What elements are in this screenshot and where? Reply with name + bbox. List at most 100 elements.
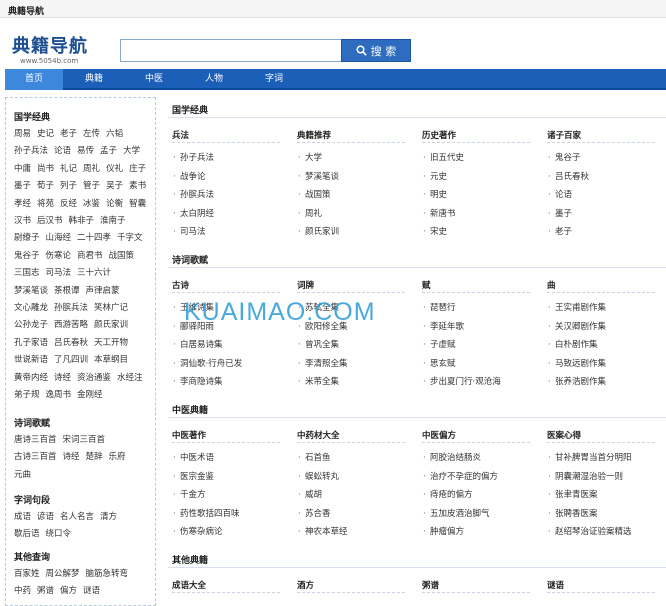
sidebar-link[interactable]: 天工开物 — [94, 335, 128, 352]
sidebar-link[interactable]: 元曲 — [14, 467, 31, 484]
sidebar-link[interactable]: 脑筋急转弯 — [86, 566, 129, 583]
sidebar-link[interactable]: 战国策 — [109, 248, 135, 265]
sidebar-link[interactable]: 智囊 — [129, 196, 146, 213]
category-link[interactable]: 颜氏家训 — [297, 223, 412, 242]
category-link[interactable]: 战国策 — [297, 186, 412, 205]
sidebar-link[interactable]: 中庸 — [14, 161, 31, 178]
category-heading[interactable]: 粥谱 — [422, 579, 530, 593]
sidebar-link[interactable]: 后汉书 — [37, 213, 63, 230]
sidebar-link[interactable]: 伤寒论 — [46, 248, 72, 265]
category-link[interactable]: 药性歌括四百味 — [172, 505, 287, 524]
category-heading[interactable]: 词牌 — [297, 279, 405, 293]
nav-item-2[interactable]: 中医 — [125, 69, 183, 90]
sidebar-link[interactable]: 六韬 — [106, 126, 123, 143]
site-logo[interactable]: 典籍导航 www.5054b.com — [12, 37, 102, 67]
sidebar-link[interactable]: 偏方 — [60, 583, 77, 600]
sidebar-link[interactable]: 三十六计 — [77, 265, 111, 282]
sidebar-link[interactable]: 千字文 — [117, 230, 143, 247]
category-link[interactable]: 肿瘤偏方 — [422, 523, 537, 542]
category-link[interactable]: 苏合香 — [297, 505, 412, 524]
sidebar-link[interactable]: 三国志 — [14, 265, 40, 282]
nav-item-4[interactable]: 字词 — [245, 69, 303, 90]
category-link[interactable]: 司马法 — [172, 223, 287, 242]
sidebar-link[interactable]: 司马法 — [46, 265, 72, 282]
category-heading[interactable]: 谜语 — [547, 579, 655, 593]
nav-item-0[interactable]: 首页 — [5, 69, 63, 90]
sidebar-link[interactable]: 水经注 — [117, 370, 143, 387]
sidebar-link[interactable]: 逸周书 — [46, 387, 72, 404]
category-link[interactable]: 大学 — [297, 149, 412, 168]
category-heading[interactable]: 医案心得 — [547, 429, 655, 443]
category-link[interactable]: 太白阴经 — [172, 205, 287, 224]
category-heading[interactable]: 中药材大全 — [297, 429, 405, 443]
sidebar-link[interactable]: 易传 — [77, 143, 94, 160]
category-link[interactable]: 曾巩全集 — [297, 336, 412, 355]
sidebar-link[interactable]: 墨子 — [14, 178, 31, 195]
category-heading[interactable]: 典籍推荐 — [297, 129, 405, 143]
sidebar-link[interactable]: 尉缭子 — [14, 230, 40, 247]
sidebar-link[interactable]: 二十四孝 — [77, 230, 111, 247]
category-link[interactable]: 甘补脾胃当首分明阳 — [547, 449, 662, 468]
sidebar-link[interactable]: 素书 — [129, 178, 146, 195]
sidebar-link[interactable]: 列子 — [60, 178, 77, 195]
category-link[interactable]: 白居易诗集 — [172, 336, 287, 355]
sidebar-link[interactable]: 论语 — [54, 143, 71, 160]
category-link[interactable]: 琵琶行 — [422, 299, 537, 318]
sidebar-link[interactable]: 资治通鉴 — [77, 370, 111, 387]
category-link[interactable]: 威胡 — [297, 486, 412, 505]
category-link[interactable]: 中医术语 — [172, 449, 287, 468]
sidebar-link[interactable]: 楚辞 — [86, 449, 103, 466]
sidebar-link[interactable]: 商君书 — [77, 248, 103, 265]
category-heading[interactable]: 成语大全 — [172, 579, 280, 593]
category-link[interactable]: 旧五代史 — [422, 149, 537, 168]
sidebar-link[interactable]: 歇后语 — [14, 526, 40, 543]
sidebar-link[interactable]: 鬼谷子 — [14, 248, 40, 265]
sidebar-link[interactable]: 颜氏家训 — [94, 317, 128, 334]
sidebar-link[interactable]: 将苑 — [37, 196, 54, 213]
category-link[interactable]: 墨子 — [547, 205, 662, 224]
category-link[interactable]: 张聘香医案 — [547, 505, 662, 524]
sidebar-link[interactable]: 声律启蒙 — [86, 283, 120, 300]
sidebar-link[interactable]: 弟子规 — [14, 387, 40, 404]
sidebar-link[interactable]: 世说新语 — [14, 352, 48, 369]
category-link[interactable]: 孙膑兵法 — [172, 186, 287, 205]
category-heading[interactable]: 古诗 — [172, 279, 280, 293]
category-heading[interactable]: 兵法 — [172, 129, 280, 143]
category-link[interactable]: 吕氏春秋 — [547, 168, 662, 187]
nav-item-3[interactable]: 人物 — [185, 69, 243, 90]
sidebar-link[interactable]: 孝经 — [14, 196, 31, 213]
sidebar-link[interactable]: 左传 — [83, 126, 100, 143]
sidebar-link[interactable]: 周公解梦 — [46, 566, 80, 583]
category-link[interactable]: 宋史 — [422, 223, 537, 242]
sidebar-link[interactable]: 公孙龙子 — [14, 317, 48, 334]
category-link[interactable]: 张聿青医案 — [547, 486, 662, 505]
sidebar-link[interactable]: 论衡 — [106, 196, 123, 213]
sidebar-link[interactable]: 冰鉴 — [83, 196, 100, 213]
category-heading[interactable]: 诸子百家 — [547, 129, 655, 143]
category-link[interactable]: 马致远剧作集 — [547, 355, 662, 374]
category-link[interactable]: 战争论 — [172, 168, 287, 187]
category-link[interactable]: 五加皮酒治脚气 — [422, 505, 537, 524]
category-link[interactable]: 李延年歌 — [422, 318, 537, 337]
sidebar-link[interactable]: 庄子 — [129, 161, 146, 178]
category-link[interactable]: 子虚赋 — [422, 336, 537, 355]
sidebar-link[interactable]: 笑林广记 — [94, 300, 128, 317]
sidebar-link[interactable]: 淮南子 — [100, 213, 126, 230]
search-button[interactable]: 搜 索 — [341, 39, 411, 62]
category-link[interactable]: 论语 — [547, 186, 662, 205]
sidebar-link[interactable]: 孟子 — [100, 143, 117, 160]
sidebar-link[interactable]: 西游苦略 — [54, 317, 88, 334]
sidebar-link[interactable]: 管子 — [83, 178, 100, 195]
sidebar-link[interactable]: 金刚经 — [77, 387, 103, 404]
category-link[interactable]: 鬼谷子 — [547, 149, 662, 168]
sidebar-link[interactable]: 谜语 — [83, 583, 100, 600]
category-heading[interactable]: 赋 — [422, 279, 530, 293]
sidebar-link[interactable]: 吕氏春秋 — [54, 335, 88, 352]
category-link[interactable]: 石首鱼 — [297, 449, 412, 468]
sidebar-link[interactable]: 孙子兵法 — [14, 143, 48, 160]
category-link[interactable]: 张养浩剧作集 — [547, 373, 662, 392]
sidebar-link[interactable]: 反经 — [60, 196, 77, 213]
sidebar-link[interactable]: 百家姓 — [14, 566, 40, 583]
category-link[interactable]: 李清照全集 — [297, 355, 412, 374]
category-link[interactable]: 治疗不孕症的偏方 — [422, 468, 537, 487]
